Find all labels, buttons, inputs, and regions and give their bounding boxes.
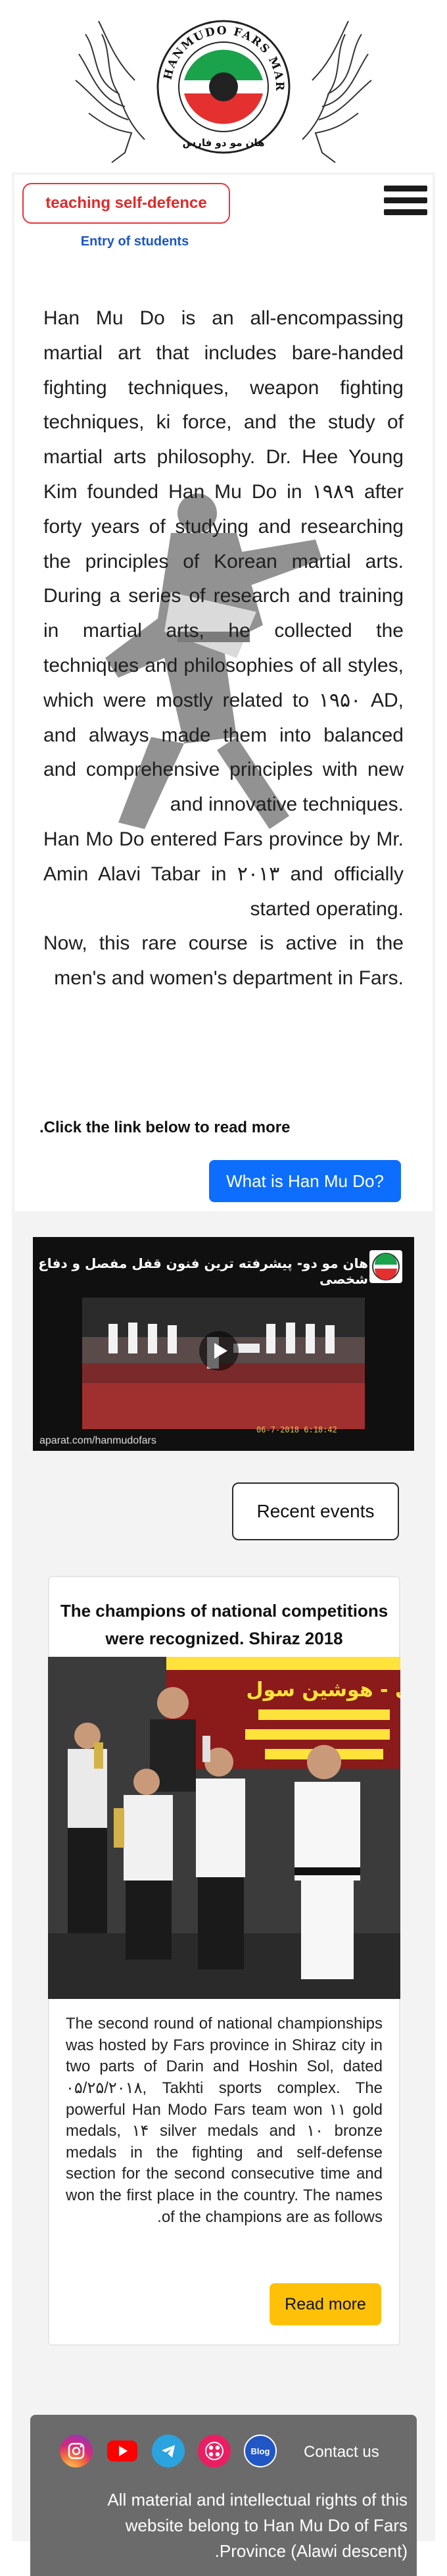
read-more-note: Click the link below to read more. [39,1119,291,1136]
video-timestamp: 06-7-2018 6:18:42 [256,1425,337,1434]
intro-paragraph-3: Now, this rare course is active in the m… [43,932,404,990]
entry-of-students-link[interactable]: Entry of students [39,234,230,249]
site-header: HANMUDO FARS MARTIAL ARTS هان مو دو فارس [0,0,447,172]
blog-icon[interactable]: Blog [244,2435,277,2467]
event-photo: داری - هوشین سول [48,1657,400,1999]
event-title: The champions of national competitions w… [60,1601,388,1648]
hanmudo-logo[interactable]: HANMUDO FARS MARTIAL ARTS هان مو دو فارس [72,14,375,166]
event-banner-text: داری - هوشین سول [247,1679,400,1702]
contact-us-link[interactable]: Contact us [304,2443,379,2462]
telegram-icon[interactable] [152,2435,185,2467]
instagram-icon[interactable] [60,2435,93,2467]
play-icon[interactable] [199,1331,239,1371]
event-body-text: The second round of national championshi… [66,2015,383,2226]
recent-events-button[interactable]: Recent events [232,1482,399,1540]
video-title: هان مو دو- پیشرفته ترین فنون قفل مفصل و … [38,1255,368,1287]
aparat-icon[interactable] [198,2435,231,2467]
video-channel-logo[interactable] [369,1250,402,1283]
what-is-han-mu-do-button[interactable]: What is Han Mu Do? [209,1160,401,1202]
read-more-button[interactable]: Read more [270,2283,381,2325]
youtube-icon[interactable] [106,2435,139,2467]
video-brand: aparat.com/hanmudofars [39,1435,156,1446]
intro-section: Han Mu Do is an all-encompassing martial… [43,301,404,996]
copyright-text: All material and intellectual rights of … [107,2490,408,2561]
menu-icon[interactable] [384,186,427,222]
logo-persian-text: هان مو دو فارس [182,137,264,149]
intro-paragraph-2: Han Mo Do entered Fars province by Mr. A… [43,828,404,920]
teaching-self-defence-button[interactable]: teaching self-defence [22,183,230,224]
intro-paragraph-1: Han Mu Do is an all-encompassing martial… [43,307,404,816]
